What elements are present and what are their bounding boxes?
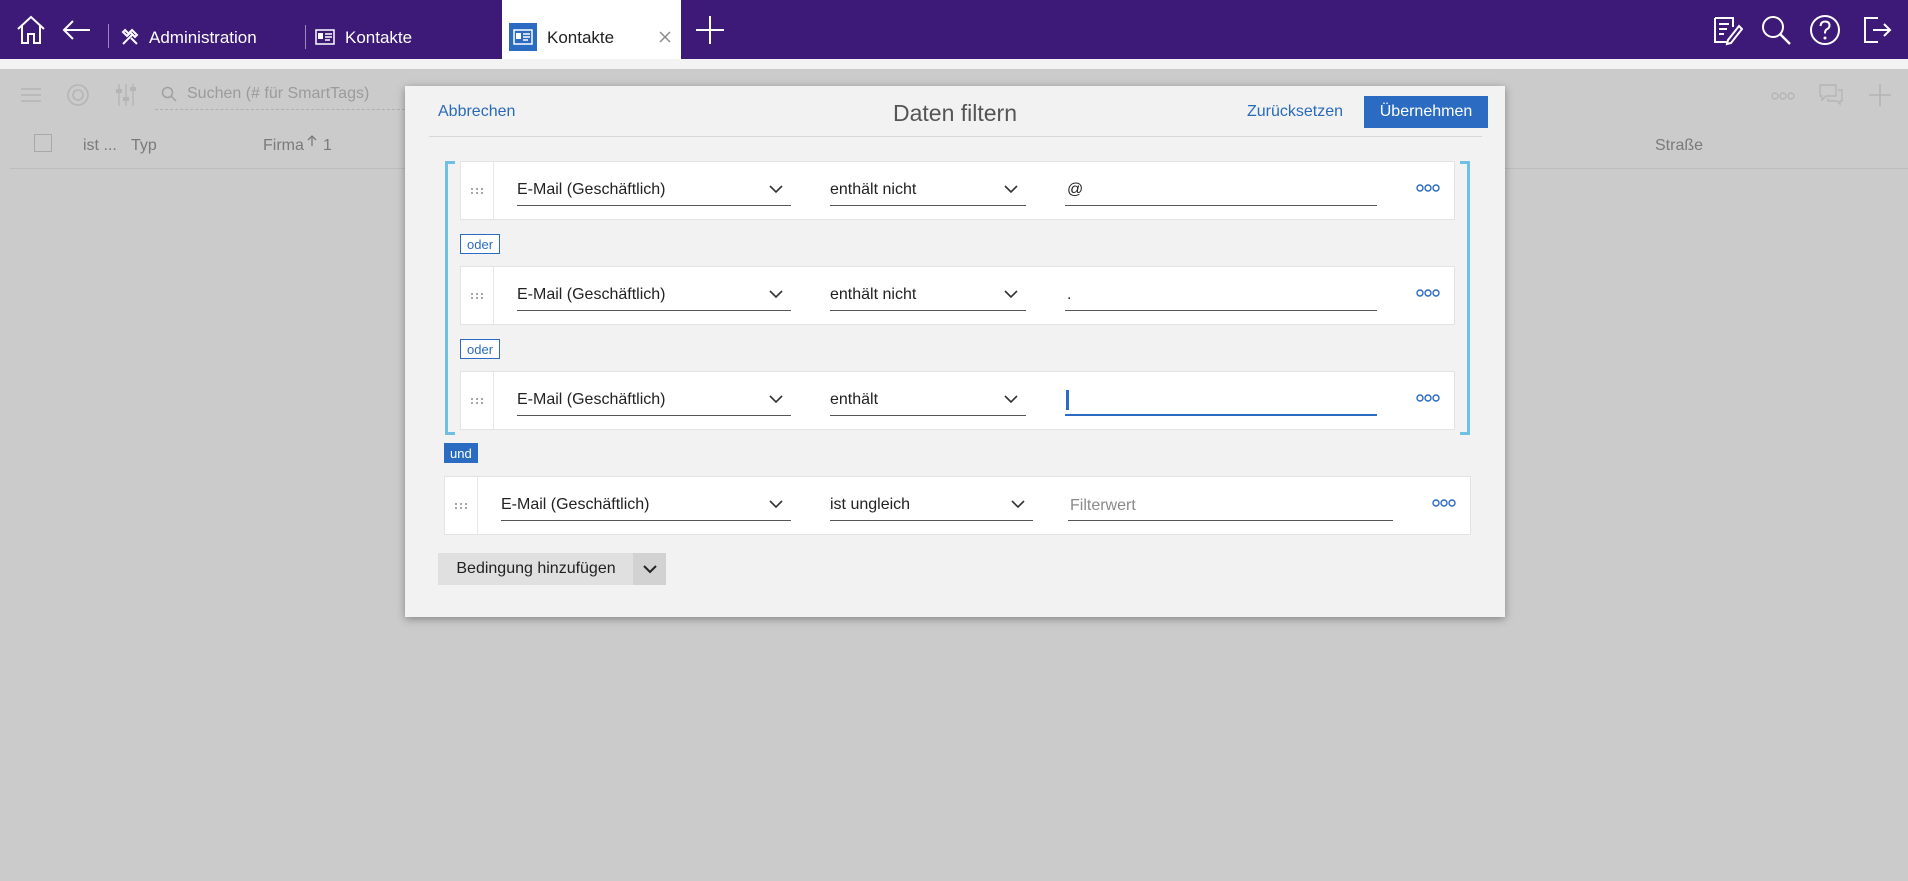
- column-header-firma[interactable]: Firma: [263, 137, 304, 155]
- condition-row: E-Mail (Geschäftlich) enthält nicht @: [460, 161, 1455, 220]
- column-header-strasse[interactable]: Straße: [1655, 137, 1703, 155]
- add-condition-button[interactable]: Bedingung hinzufügen: [438, 553, 634, 585]
- tag-filter-icon[interactable]: [66, 83, 90, 107]
- search-icon[interactable]: [1760, 14, 1792, 46]
- operator-select-value: enthält nicht: [830, 181, 917, 198]
- filter-value-input[interactable]: .: [1065, 283, 1377, 311]
- tools-icon: [121, 28, 139, 45]
- search-placeholder: Suchen (# für SmartTags): [187, 85, 370, 102]
- drag-handle[interactable]: [445, 477, 478, 534]
- notes-icon[interactable]: [1711, 14, 1743, 46]
- operator-select-value: enthält nicht: [830, 286, 917, 303]
- contact-card-icon: [509, 23, 537, 51]
- back-icon[interactable]: [60, 14, 92, 46]
- filter-dialog: Abbrechen Daten filtern Zurücksetzen Übe…: [405, 86, 1505, 617]
- dialog-header: Abbrechen Daten filtern Zurücksetzen Übe…: [405, 86, 1505, 137]
- tab-separator: [305, 25, 306, 49]
- field-select[interactable]: E-Mail (Geschäftlich): [501, 493, 791, 521]
- chevron-down-icon: [1004, 185, 1018, 194]
- filter-value-placeholder: Filterwert: [1070, 497, 1136, 514]
- sort-ascending-icon: [307, 135, 317, 146]
- select-all-checkbox[interactable]: [34, 134, 52, 152]
- group-bracket-left: [445, 161, 455, 435]
- drag-handle-icon: [471, 292, 483, 299]
- search-input[interactable]: Suchen (# für SmartTags): [155, 81, 405, 110]
- logout-icon[interactable]: [1860, 14, 1892, 46]
- more-options-icon[interactable]: [1416, 393, 1440, 403]
- chevron-down-icon: [1011, 500, 1025, 509]
- drag-handle-icon: [455, 502, 467, 509]
- filter-value-input[interactable]: @: [1065, 178, 1377, 206]
- drag-handle-icon: [471, 397, 483, 404]
- more-options-icon[interactable]: [1771, 91, 1795, 101]
- field-select-value: E-Mail (Geschäftlich): [501, 496, 650, 513]
- operator-select[interactable]: enthält nicht: [830, 178, 1026, 206]
- sliders-icon[interactable]: [116, 83, 136, 107]
- field-select[interactable]: E-Mail (Geschäftlich): [517, 283, 791, 311]
- sort-order-label: 1: [323, 137, 332, 154]
- condition-row: E-Mail (Geschäftlich) enthält: [460, 371, 1455, 430]
- tab-label: Kontakte: [547, 28, 615, 47]
- drag-handle[interactable]: [461, 267, 494, 324]
- chevron-down-icon: [769, 290, 783, 299]
- group-bracket-right: [1460, 161, 1470, 435]
- filter-value-input[interactable]: Filterwert: [1068, 493, 1393, 521]
- chevron-down-icon: [1004, 290, 1018, 299]
- tab-label: Kontakte: [345, 28, 413, 47]
- more-options-icon[interactable]: [1416, 183, 1440, 193]
- search-icon: [161, 86, 177, 102]
- chat-icon[interactable]: [1818, 83, 1844, 107]
- chevron-down-icon: [642, 565, 657, 574]
- tab-kontakte-active[interactable]: Kontakte: [502, 0, 681, 60]
- filter-value-input[interactable]: [1065, 388, 1377, 416]
- chevron-down-icon: [769, 500, 783, 509]
- tab-underline-strip: [0, 59, 1908, 69]
- operator-select[interactable]: enthält: [830, 388, 1026, 416]
- operator-select-value: ist ungleich: [830, 496, 911, 513]
- logic-and-badge[interactable]: und: [444, 443, 478, 463]
- more-options-icon[interactable]: [1416, 288, 1440, 298]
- top-navigation-bar: Administration Kontakte Kontakte: [0, 0, 1908, 60]
- add-icon[interactable]: [1868, 83, 1892, 107]
- chevron-down-icon: [769, 185, 783, 194]
- drag-handle[interactable]: [461, 162, 494, 219]
- operator-select[interactable]: enthält nicht: [830, 283, 1026, 311]
- new-tab-plus-icon[interactable]: [694, 14, 726, 46]
- drag-handle[interactable]: [461, 372, 494, 429]
- chevron-down-icon: [1004, 395, 1018, 404]
- logic-or-badge[interactable]: oder: [460, 339, 501, 359]
- header-divider: [429, 136, 1482, 137]
- field-select[interactable]: E-Mail (Geschäftlich): [517, 178, 791, 206]
- drag-handle-icon: [471, 187, 483, 194]
- chevron-down-icon: [769, 395, 783, 404]
- field-select-value: E-Mail (Geschäftlich): [517, 286, 666, 303]
- close-icon[interactable]: [659, 31, 671, 43]
- add-condition-dropdown[interactable]: [633, 553, 666, 585]
- home-icon[interactable]: [15, 14, 47, 46]
- more-options-icon[interactable]: [1432, 498, 1456, 508]
- operator-select[interactable]: ist ungleich: [830, 493, 1033, 521]
- filter-value: @: [1067, 181, 1084, 198]
- menu-icon[interactable]: [20, 87, 42, 103]
- condition-row: E-Mail (Geschäftlich) ist ungleich Filte…: [444, 476, 1471, 535]
- reset-button[interactable]: Zurücksetzen: [1247, 103, 1343, 121]
- contact-card-icon: [315, 29, 335, 45]
- field-select-value: E-Mail (Geschäftlich): [517, 391, 666, 408]
- logic-or-badge[interactable]: oder: [460, 234, 501, 254]
- field-select[interactable]: E-Mail (Geschäftlich): [517, 388, 791, 416]
- tab-separator: [108, 24, 109, 48]
- operator-select-value: enthält: [830, 391, 879, 408]
- tab-label: Administration: [149, 28, 257, 47]
- column-header-typ[interactable]: Typ: [131, 137, 157, 155]
- field-select-value: E-Mail (Geschäftlich): [517, 181, 666, 198]
- filter-value: .: [1067, 286, 1072, 303]
- help-icon[interactable]: [1809, 14, 1841, 46]
- condition-row: E-Mail (Geschäftlich) enthält nicht .: [460, 266, 1455, 325]
- text-cursor: [1066, 390, 1069, 410]
- apply-button[interactable]: Übernehmen: [1364, 96, 1488, 128]
- column-header-ist[interactable]: ist ...: [83, 137, 117, 155]
